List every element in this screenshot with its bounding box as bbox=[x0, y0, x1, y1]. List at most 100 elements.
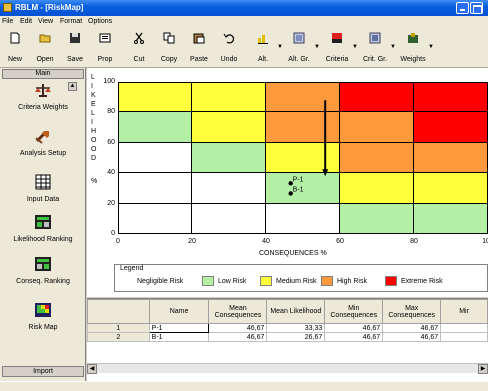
y-axis-label-letter: D bbox=[91, 155, 97, 162]
maximize-button[interactable] bbox=[470, 2, 483, 14]
horizontal-scrollbar[interactable]: ◀ ▶ bbox=[87, 363, 488, 374]
sidebar-item-input-data[interactable]: Input Data bbox=[0, 174, 86, 214]
alt-gr-button[interactable]: Alt. Gr. bbox=[284, 30, 314, 66]
criteria-label: Criteria bbox=[325, 56, 349, 63]
menu-options[interactable]: Options bbox=[88, 18, 112, 25]
cell-max-consequences[interactable]: 46,67 bbox=[382, 332, 442, 342]
table-row[interactable]: 2 B-1 46,67 26,67 46,67 46,67 bbox=[87, 332, 488, 342]
risk-table: Name Mean Consequences Mean Likelihood M… bbox=[87, 299, 488, 342]
risk-matrix-frame bbox=[118, 82, 488, 234]
menu-format[interactable]: Format bbox=[60, 18, 82, 25]
scroll-right-button[interactable]: ▶ bbox=[478, 364, 488, 374]
column-header-min-consequences[interactable]: Min Consequences bbox=[324, 299, 384, 324]
sidebar-item-label: Conseq. Ranking bbox=[16, 278, 70, 285]
open-button[interactable]: Open bbox=[30, 30, 60, 66]
cell-min-consequences[interactable]: 46,67 bbox=[324, 323, 384, 333]
x-tick-label: 0 bbox=[116, 238, 120, 245]
table-row[interactable]: 1 P-1 46,67 33,33 46,67 46,67 bbox=[87, 323, 488, 333]
sidebar-item-label: Criteria Weights bbox=[18, 104, 68, 111]
paste-button[interactable]: Paste bbox=[184, 30, 214, 66]
sidebar-item-label: Likelihood Ranking bbox=[13, 236, 73, 243]
row-number[interactable]: 2 bbox=[87, 332, 150, 342]
prop-label: Prop bbox=[97, 56, 113, 63]
consequence-ranking-icon bbox=[35, 257, 51, 271]
cell-mean-consequences[interactable]: 46,67 bbox=[208, 323, 268, 333]
row-number-header bbox=[87, 299, 150, 324]
column-header-mean-consequences[interactable]: Mean Consequences bbox=[208, 299, 268, 324]
open-label: Open bbox=[36, 56, 54, 63]
y-tick-label: 20 bbox=[107, 199, 115, 207]
alt-dropdown-arrow[interactable]: ▼ bbox=[277, 44, 283, 50]
criteria-dropdown-arrow[interactable]: ▼ bbox=[352, 44, 358, 50]
criteria-icon bbox=[332, 33, 342, 43]
alternatives-icon bbox=[258, 35, 268, 44]
cell-name[interactable]: P-1 bbox=[148, 323, 210, 333]
alt-label: Alt. bbox=[257, 56, 269, 63]
alt-gr-dropdown-arrow[interactable]: ▼ bbox=[314, 44, 320, 50]
legend-title: Legend bbox=[119, 265, 145, 272]
cell-min[interactable] bbox=[440, 323, 488, 333]
properties-icon bbox=[99, 33, 111, 43]
new-button[interactable]: New bbox=[0, 30, 30, 66]
open-folder-icon bbox=[39, 34, 51, 43]
alternative-groups-icon bbox=[293, 32, 305, 44]
menu-view[interactable]: View bbox=[38, 18, 53, 25]
cell-max-consequences[interactable]: 46,67 bbox=[382, 323, 442, 333]
x-tick-label: 40 bbox=[262, 238, 270, 245]
minimize-button[interactable] bbox=[456, 2, 469, 14]
column-header-max-consequences[interactable]: Max Consequences bbox=[382, 299, 442, 324]
y-axis-label-letter: K bbox=[91, 92, 96, 99]
y-axis-unit: % bbox=[91, 178, 98, 185]
undo-button[interactable]: Undo bbox=[214, 30, 244, 66]
app-icon[interactable] bbox=[3, 3, 12, 12]
sidebar-item-risk-map[interactable]: Risk Map bbox=[0, 302, 86, 342]
y-axis-label-letter: L bbox=[91, 74, 95, 81]
sidebar-item-analysis-setup[interactable]: Analysis Setup bbox=[0, 128, 86, 168]
column-header-mean-likelihood[interactable]: Mean Likelihood bbox=[266, 299, 326, 324]
crit-gr-label: Crit. Gr. bbox=[362, 56, 388, 63]
sidebar-header[interactable]: Main bbox=[2, 69, 84, 79]
tools-icon bbox=[35, 131, 49, 144]
weights-button[interactable]: Weights bbox=[398, 30, 428, 66]
menu-bar: File Edit View Format Options bbox=[0, 16, 488, 28]
column-header-name[interactable]: Name bbox=[148, 299, 210, 324]
column-header-min-truncated[interactable]: Mir bbox=[440, 299, 488, 324]
y-axis-label-letter: E bbox=[91, 101, 96, 108]
row-number[interactable]: 1 bbox=[87, 323, 150, 333]
x-tick-label: 60 bbox=[336, 238, 344, 245]
risk-data-grid: Name Mean Consequences Mean Likelihood M… bbox=[87, 298, 488, 381]
crit-gr-dropdown-arrow[interactable]: ▼ bbox=[390, 44, 396, 50]
weights-dropdown-arrow[interactable]: ▼ bbox=[428, 44, 434, 50]
cut-button[interactable]: Cut bbox=[124, 30, 154, 66]
sidebar-item-likelihood-ranking[interactable]: Likelihood Ranking bbox=[0, 214, 86, 254]
alt-button[interactable]: Alt. bbox=[248, 30, 278, 66]
cell-mean-consequences[interactable]: 46,67 bbox=[208, 332, 268, 342]
y-tick-label: 60 bbox=[107, 138, 115, 146]
y-axis-label-letter: O bbox=[91, 137, 97, 144]
cell-min-consequences[interactable]: 46,67 bbox=[324, 332, 384, 342]
sidebar-item-conseq-ranking[interactable]: Conseq. Ranking bbox=[0, 256, 86, 296]
status-bar bbox=[0, 381, 488, 391]
save-button[interactable]: Save bbox=[60, 30, 90, 66]
alt-gr-label: Alt. Gr. bbox=[288, 56, 310, 63]
data-grid-icon bbox=[35, 174, 51, 190]
legend-label-high: High Risk bbox=[337, 278, 367, 285]
copy-button[interactable]: Copy bbox=[154, 30, 184, 66]
criteria-button[interactable]: Criteria bbox=[322, 30, 352, 66]
scroll-left-button[interactable]: ◀ bbox=[87, 364, 97, 374]
window-title: RBLM - [RiskMap] bbox=[15, 3, 84, 12]
cell-mean-likelihood[interactable]: 33,33 bbox=[266, 323, 326, 333]
cell-min[interactable] bbox=[440, 332, 488, 342]
sidebar-footer-import[interactable]: Import bbox=[2, 366, 84, 377]
paste-icon bbox=[193, 33, 205, 44]
cell-name[interactable]: B-1 bbox=[148, 332, 210, 342]
legend-label-low: Low Risk bbox=[218, 278, 247, 285]
cell-mean-likelihood[interactable]: 26,67 bbox=[266, 332, 326, 342]
risk-map-icon bbox=[35, 303, 51, 317]
prop-button[interactable]: Prop bbox=[90, 30, 120, 66]
menu-file[interactable]: File bbox=[2, 18, 13, 25]
sidebar-item-criteria-weights[interactable]: Criteria Weights bbox=[0, 82, 86, 122]
title-bar: RBLM - [RiskMap] bbox=[0, 0, 488, 16]
crit-gr-button[interactable]: Crit. Gr. bbox=[360, 30, 390, 66]
menu-edit[interactable]: Edit bbox=[20, 18, 32, 25]
